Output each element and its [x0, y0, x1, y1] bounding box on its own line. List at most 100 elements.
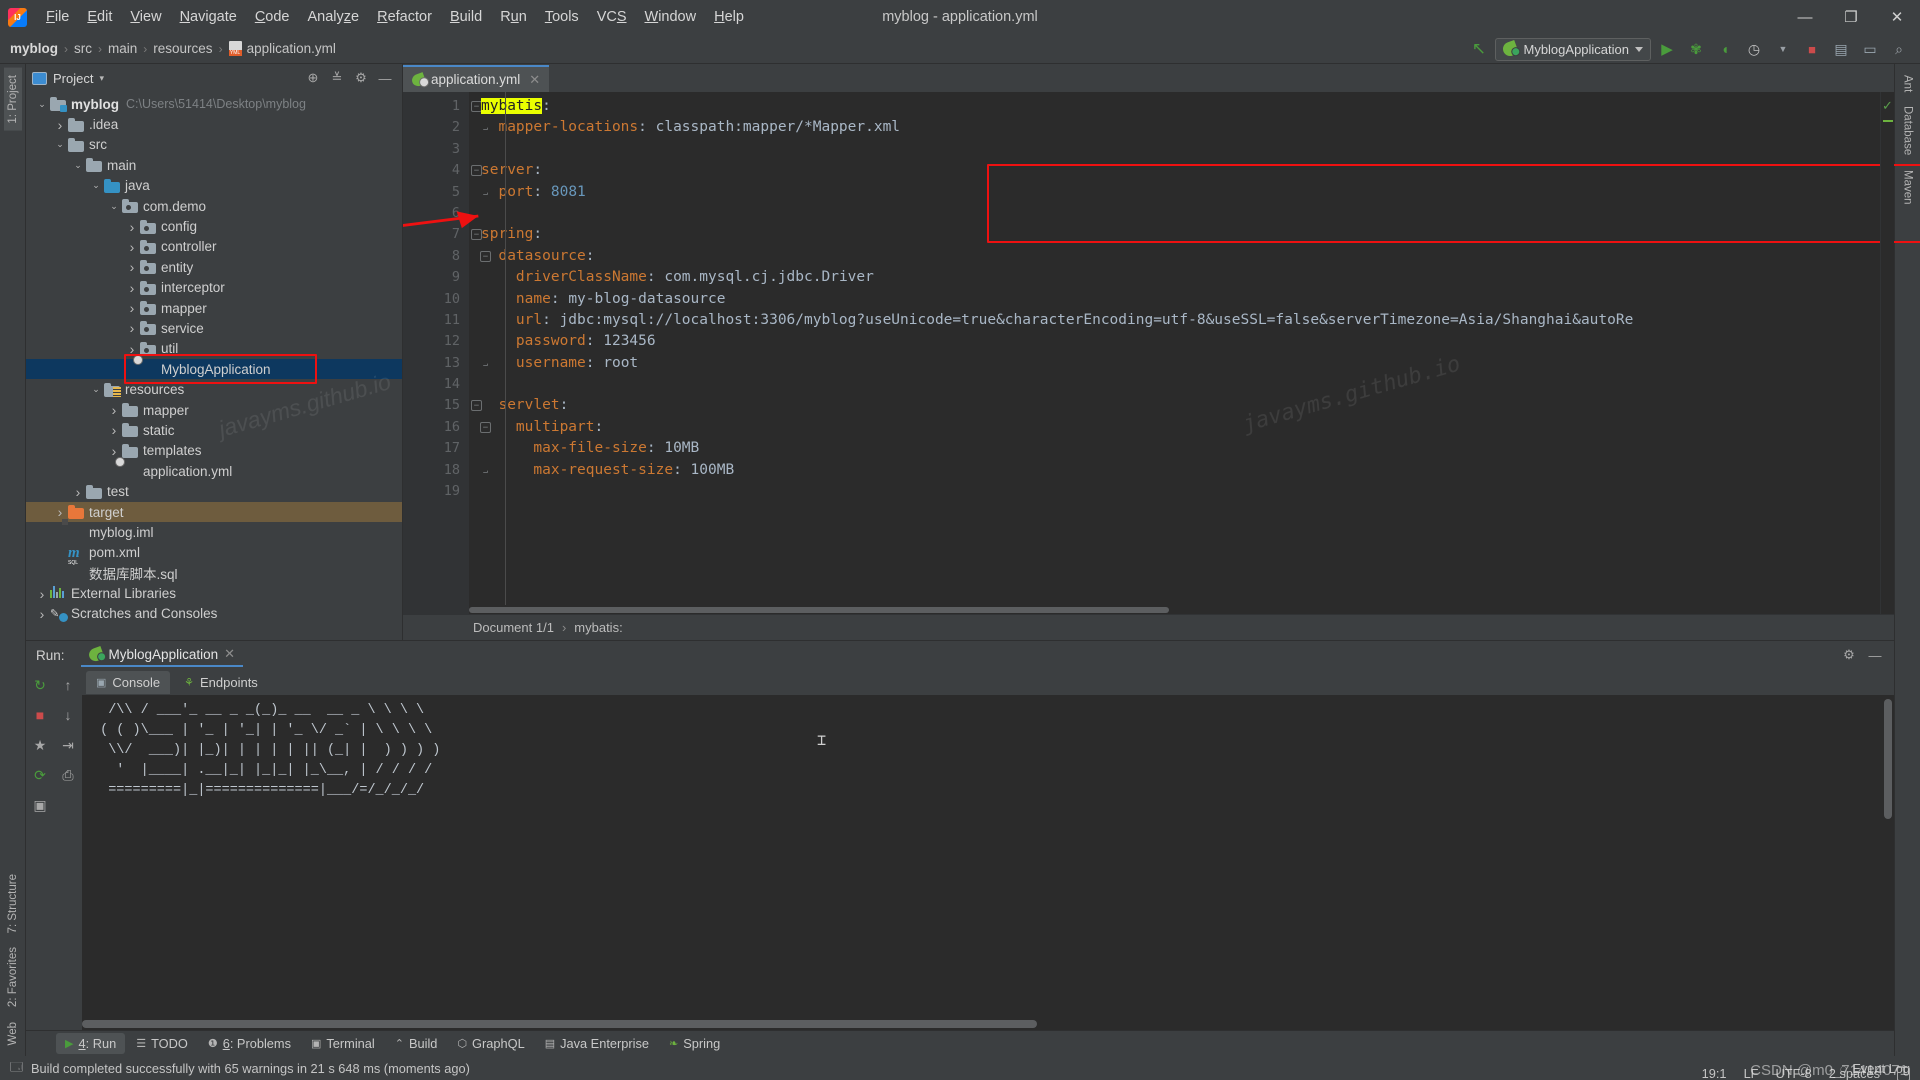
tree-node-static[interactable]: ›static	[26, 420, 402, 440]
search-everywhere-icon[interactable]: ⌕	[1886, 37, 1912, 61]
hide-run-panel-icon[interactable]: —	[1864, 644, 1886, 666]
chevron-right-icon[interactable]: ›	[54, 504, 66, 520]
code-line[interactable]: username: root	[469, 353, 1880, 374]
chevron-right-icon[interactable]: ›	[54, 117, 66, 133]
chevron-down-icon[interactable]: ▾	[99, 73, 104, 84]
chevron-right-icon[interactable]: ›	[126, 300, 138, 316]
code-line[interactable]: password: 123456	[469, 331, 1880, 352]
breadcrumb-item-main[interactable]: main	[108, 41, 137, 56]
tree-node-scratches-and-consoles[interactable]: ›✎Scratches and Consoles	[26, 604, 402, 624]
code-line[interactable]: mapper-locations: classpath:mapper/*Mapp…	[469, 117, 1880, 138]
chevron-down-icon[interactable]: ⌄	[90, 180, 102, 191]
chevron-right-icon[interactable]: ›	[126, 259, 138, 275]
close-icon[interactable]: ✕	[529, 72, 540, 88]
chevron-right-icon[interactable]: ›	[108, 402, 120, 418]
chevron-right-icon[interactable]: ›	[108, 422, 120, 438]
menu-item-edit[interactable]: Edit	[78, 6, 121, 28]
read-only-toggle-icon[interactable]	[1897, 1067, 1910, 1080]
menu-item-navigate[interactable]: Navigate	[171, 6, 246, 28]
code-content[interactable]: mybatis: mapper-locations: classpath:map…	[469, 92, 1880, 614]
breadcrumb-item-resources[interactable]: resources	[153, 41, 212, 56]
menu-item-help[interactable]: Help	[705, 6, 753, 28]
console-output-area[interactable]: /\\ / ___'_ __ _ _(_)_ __ __ _ \ \ \ \ (…	[82, 695, 1894, 1030]
tree-node-target[interactable]: ›target	[26, 502, 402, 522]
tree-node-.idea[interactable]: ›.idea	[26, 114, 402, 134]
sidebar-tab-structure[interactable]: 7: Structure	[4, 867, 22, 940]
code-line[interactable]: multipart:	[469, 417, 1880, 438]
code-line[interactable]: servlet:	[469, 395, 1880, 416]
inspection-status-icon[interactable]: ✓	[1882, 98, 1893, 114]
code-line[interactable]	[469, 203, 1880, 224]
chevron-down-icon[interactable]: ⌄	[90, 384, 102, 395]
sidebar-tab-maven[interactable]: Maven	[1899, 163, 1917, 212]
tree-node-mapper[interactable]: ›mapper	[26, 298, 402, 318]
editor-tab-application-yml[interactable]: application.yml ✕	[403, 65, 549, 92]
menu-item-vcs[interactable]: VCS	[588, 6, 636, 28]
sidebar-tab-favorites[interactable]: 2: Favorites	[4, 940, 22, 1014]
chevron-right-icon[interactable]: ›	[72, 484, 84, 500]
console-tab-endpoints[interactable]: ⚘Endpoints	[174, 671, 268, 694]
console-vscrollbar[interactable]	[1884, 699, 1892, 819]
code-line[interactable]: datasource:	[469, 246, 1880, 267]
scroll-up-button[interactable]: ↑	[56, 673, 80, 697]
tree-node-test[interactable]: ›test	[26, 481, 402, 501]
tree-node-external-libraries[interactable]: ›External Libraries	[26, 583, 402, 603]
tree-node-application.yml[interactable]: application.yml	[26, 461, 402, 481]
menu-item-refactor[interactable]: Refactor	[368, 6, 441, 28]
chevron-right-icon[interactable]: ›	[126, 320, 138, 336]
menu-item-run[interactable]: Run	[491, 6, 536, 28]
console-tab-console[interactable]: ▣Console	[86, 671, 170, 694]
menu-item-window[interactable]: Window	[636, 6, 706, 28]
sidebar-tab-ant[interactable]: Ant	[1899, 68, 1917, 99]
code-line[interactable]: driverClassName: com.mysql.cj.jdbc.Drive…	[469, 267, 1880, 288]
tree-node-main[interactable]: ⌄main	[26, 155, 402, 175]
run-configuration-selector[interactable]: MyblogApplication	[1495, 38, 1651, 61]
tree-node-util[interactable]: ›util	[26, 339, 402, 359]
pin-button[interactable]: ★	[28, 733, 52, 757]
tree-node-service[interactable]: ›service	[26, 318, 402, 338]
chevron-down-icon[interactable]: ⌄	[54, 139, 66, 150]
close-icon[interactable]: ✕	[224, 646, 235, 662]
tool-button-java-enterprise[interactable]: ▤Java Enterprise	[536, 1033, 658, 1054]
profiler-icon[interactable]: ◷	[1741, 37, 1767, 61]
code-line[interactable]: url: jdbc:mysql://localhost:3306/myblog?…	[469, 310, 1880, 331]
breadcrumb-item-myblog[interactable]: myblog	[10, 41, 58, 56]
tool-button-spring[interactable]: ❧Spring	[660, 1033, 729, 1054]
tool-button-graphql[interactable]: ⬡GraphQL	[448, 1033, 533, 1054]
sidebar-tab-web[interactable]: Web	[4, 1015, 22, 1052]
run-with-coverage-icon[interactable]: ◖	[1712, 37, 1738, 61]
breadcrumb-item-application-yml[interactable]: application.yml	[229, 41, 336, 56]
tool-button-build[interactable]: ⌃Build	[386, 1033, 447, 1054]
run-tab-myblogapplication[interactable]: MyblogApplication ✕	[81, 643, 243, 667]
minimize-button[interactable]: —	[1782, 0, 1828, 34]
menu-item-analyze[interactable]: Analyze	[299, 6, 369, 28]
vcs-update-icon[interactable]: ↗	[1466, 37, 1492, 61]
updates-icon[interactable]: ▭	[1857, 37, 1883, 61]
print-button[interactable]: ⎙	[56, 763, 80, 787]
editor-hscrollbar[interactable]	[469, 605, 1880, 614]
settings-icon[interactable]: ⚙	[350, 67, 372, 89]
project-tree[interactable]: ⌄myblogC:\Users\51414\Desktop\myblog›.id…	[26, 92, 402, 640]
rerun-button[interactable]: ↻	[28, 673, 52, 697]
code-line[interactable]: max-request-size: 100MB	[469, 460, 1880, 481]
error-marker-bar[interactable]: ✓	[1880, 92, 1894, 614]
caret-position[interactable]: 19:1	[1702, 1066, 1727, 1080]
maximize-button[interactable]: ❐	[1828, 0, 1874, 34]
code-line[interactable]	[469, 481, 1880, 502]
debug-icon[interactable]: ✾	[1683, 37, 1709, 61]
scroll-down-button[interactable]: ↓	[56, 703, 80, 727]
menu-item-file[interactable]: File	[37, 6, 78, 28]
tree-node-myblog[interactable]: ⌄myblogC:\Users\51414\Desktop\myblog	[26, 94, 402, 114]
code-line[interactable]: port: 8081	[469, 182, 1880, 203]
chevron-down-icon[interactable]: ⌄	[36, 99, 48, 110]
restart-button[interactable]: ⟳	[28, 763, 52, 787]
notification-icon[interactable]: 🗔	[10, 1058, 23, 1079]
tree-node-resources[interactable]: ⌄resources	[26, 379, 402, 399]
chevron-right-icon[interactable]: ›	[126, 239, 138, 255]
tree-node-src[interactable]: ⌄src	[26, 135, 402, 155]
menu-item-tools[interactable]: Tools	[536, 6, 588, 28]
indent-setting[interactable]: 2 spaces	[1829, 1066, 1880, 1080]
tool-button-terminal[interactable]: ▣Terminal	[302, 1033, 384, 1054]
tree-node-com.demo[interactable]: ⌄com.demo	[26, 196, 402, 216]
tree-node-entity[interactable]: ›entity	[26, 257, 402, 277]
